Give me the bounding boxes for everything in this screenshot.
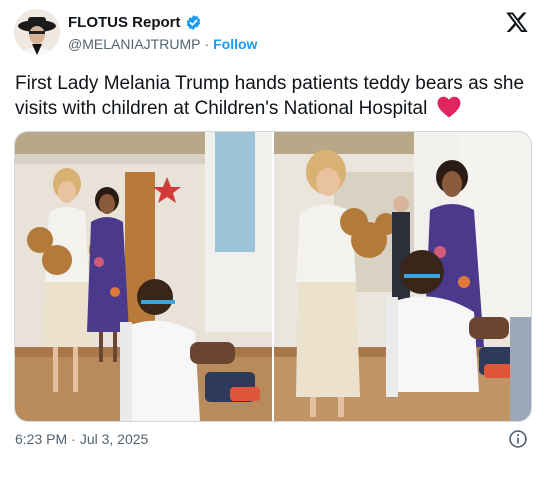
- post-time: 6:23 PM: [15, 431, 68, 447]
- follow-button[interactable]: Follow: [213, 36, 257, 52]
- media-grid: [14, 131, 532, 422]
- avatar[interactable]: [14, 9, 60, 55]
- info-icon[interactable]: [508, 429, 528, 449]
- author-name-row: FLOTUS Report: [68, 14, 202, 31]
- handle[interactable]: @MELANIAJTRUMP: [68, 36, 200, 52]
- separator-dot: ·: [71, 431, 76, 447]
- post-card: FLOTUS Report @MELANIAJTRUMP · Follow Fi…: [0, 0, 545, 483]
- post-text: First Lady Melania Trump hands patients …: [15, 71, 530, 121]
- post-date: Jul 3, 2025: [79, 431, 149, 447]
- hospital-visit-photo-2[interactable]: [274, 132, 531, 421]
- handle-row: @MELANIAJTRUMP · Follow: [68, 36, 257, 52]
- verified-badge-icon: [185, 14, 202, 31]
- post-timestamp[interactable]: 6:23 PM · Jul 3, 2025: [15, 431, 148, 447]
- hospital-visit-photo-1[interactable]: [15, 132, 272, 421]
- x-logo-icon[interactable]: [505, 10, 529, 34]
- red-heart-emoji: [437, 96, 461, 118]
- display-name[interactable]: FLOTUS Report: [68, 14, 181, 31]
- separator-dot: ·: [204, 36, 210, 52]
